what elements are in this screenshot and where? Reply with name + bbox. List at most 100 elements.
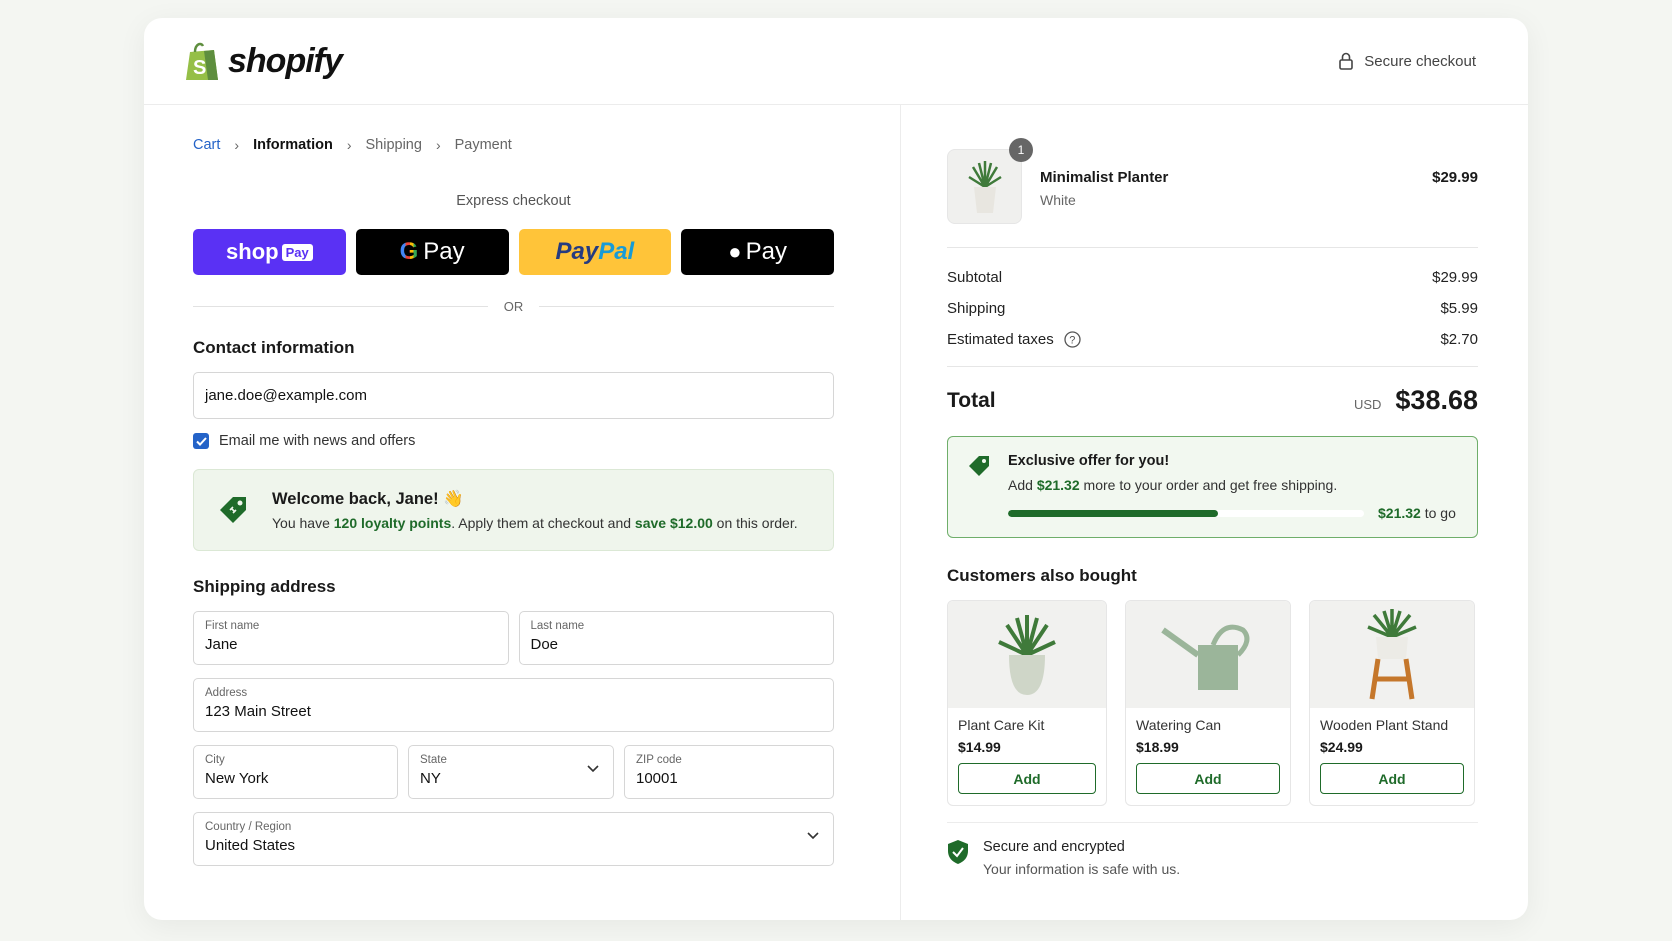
first-name-field[interactable]: First name Jane [193, 611, 509, 665]
zip-field[interactable]: ZIP code 10001 [624, 745, 834, 799]
secure-footer-subtitle: Your information is safe with us. [983, 861, 1181, 877]
currency-code: USD [1353, 397, 1382, 412]
to-go-label: $21.32 to go [1378, 505, 1456, 521]
tag-icon [969, 456, 989, 476]
email-field[interactable]: jane.doe@example.com [193, 372, 834, 419]
offer-amount: $21.32 [1036, 477, 1080, 493]
cart-line-item: 1 Minimalist Planter White $29.99 [947, 138, 1478, 247]
newsletter-option: Email me with news and offers [193, 433, 834, 449]
checkout-form: Cart › Information › Shipping › Payment … [144, 105, 901, 920]
breadcrumb: Cart › Information › Shipping › Payment [193, 137, 834, 153]
taxes-value: $2.70 [1440, 331, 1478, 348]
loyalty-banner: Welcome back, Jane! 👋 You have 120 loyal… [193, 469, 834, 551]
or-divider: OR [193, 299, 834, 314]
express-checkout-label: Express checkout [456, 193, 571, 209]
shop-pay-text: shop [226, 239, 279, 264]
last-name-field[interactable]: Last name Doe [518, 611, 834, 665]
plant-stand-icon [1367, 609, 1417, 700]
savings-amount: save $12.00 [634, 514, 713, 531]
secure-footer-title: Secure and encrypted [983, 839, 1125, 855]
contact-information-title: Contact information [193, 338, 355, 357]
svg-text:?: ? [1069, 335, 1075, 347]
product-card: Wooden Plant Stand $24.99 Add [1309, 600, 1475, 806]
product-card: Plant Care Kit $14.99 Add [947, 600, 1107, 806]
order-summary: 1 Minimalist Planter White $29.99 Subtot… [901, 105, 1528, 920]
shield-check-icon [948, 840, 968, 864]
paypal-text-a: Pay [555, 238, 599, 265]
city-field[interactable]: City New York [193, 745, 398, 799]
breadcrumb-information: Information [253, 137, 333, 153]
welcome-text: You have 120 loyalty points. Apply them … [272, 514, 798, 531]
google-g-icon: G [399, 238, 419, 265]
lock-icon [1339, 52, 1354, 70]
breadcrumb-cart[interactable]: Cart [193, 137, 220, 153]
secure-checkout-indicator: Secure checkout [1338, 52, 1476, 70]
subtotal-value: $29.99 [1432, 269, 1478, 286]
add-button[interactable]: Add [1136, 763, 1280, 794]
total-row: Total USD $38.68 [947, 385, 1478, 416]
help-icon[interactable]: ? [1064, 331, 1081, 348]
product-name: Plant Care Kit [958, 717, 1045, 733]
newsletter-checkbox[interactable] [193, 433, 209, 449]
apple-icon: ● [728, 239, 742, 264]
offer-text: Add $21.32 more to your order and get fr… [1008, 477, 1338, 493]
shopify-logo[interactable]: S shopify [182, 40, 343, 82]
welcome-title: Welcome back, Jane! 👋 [272, 489, 464, 508]
product-price: $18.99 [1136, 739, 1179, 755]
product-price: $24.99 [1320, 739, 1363, 755]
product-thumbnail: 1 [947, 138, 1033, 224]
breadcrumb-shipping: Shipping [365, 137, 422, 153]
state-select[interactable]: State NY [408, 745, 614, 799]
checkout-card: S shopify Secure checkout Cart › Informa… [144, 18, 1528, 920]
product-name: Watering Can [1136, 717, 1222, 733]
offer-title: Exclusive offer for you! [1008, 453, 1170, 469]
chevron-down-icon [807, 832, 819, 840]
checkmark-icon [195, 436, 207, 446]
chevron-right-icon: › [435, 137, 441, 153]
express-pay-buttons: shop Pay G Pay Pay Pal ● Pay [193, 229, 834, 275]
shipping-address-title: Shipping address [193, 577, 336, 596]
shopify-bag-icon: S [186, 42, 218, 80]
total-label: Total [947, 388, 996, 412]
also-bought-title: Customers also bought [947, 566, 1137, 585]
header: S shopify Secure checkout [144, 18, 1528, 105]
item-name: Minimalist Planter [1040, 169, 1169, 186]
google-pay-button[interactable]: G Pay [355, 229, 509, 275]
secure-checkout-label: Secure checkout [1364, 52, 1476, 70]
tag-icon [220, 497, 246, 523]
paypal-text-b: Pal [598, 238, 635, 265]
free-shipping-offer: Exclusive offer for you! Add $21.32 more… [947, 436, 1478, 538]
product-image [1126, 601, 1290, 708]
chevron-right-icon: › [346, 137, 352, 153]
add-button[interactable]: Add [1320, 763, 1464, 794]
item-price: $29.99 [1432, 169, 1478, 186]
shop-pay-button[interactable]: shop Pay [193, 229, 346, 275]
loyalty-points: 120 loyalty points [333, 514, 452, 531]
chevron-right-icon: › [234, 137, 240, 153]
address-field[interactable]: Address 123 Main Street [193, 678, 834, 732]
google-pay-text: Pay [423, 238, 465, 265]
shipping-row: Shipping $5.99 [947, 300, 1478, 317]
item-variant: White [1040, 192, 1076, 208]
quantity-badge: 1 [1009, 138, 1033, 162]
apple-pay-button[interactable]: ● Pay [681, 229, 834, 275]
plant-pot-icon [967, 160, 1002, 213]
taxes-row: Estimated taxes ? $2.70 [947, 331, 1478, 348]
or-label: OR [503, 299, 524, 314]
apple-pay-text: Pay [745, 238, 787, 265]
svg-text:S: S [193, 57, 206, 79]
progress-fill [1008, 509, 1219, 517]
secure-footer: Secure and encrypted Your information is… [947, 822, 1478, 877]
country-select[interactable]: Country / Region United States [193, 812, 834, 866]
shop-pay-badge: Pay [281, 243, 313, 261]
product-card: Watering Can $18.99 Add [1125, 600, 1291, 806]
paypal-button[interactable]: Pay Pal [518, 229, 672, 275]
product-image [1310, 601, 1474, 708]
chevron-down-icon [587, 765, 599, 773]
product-price: $14.99 [958, 739, 1001, 755]
logo-text: shopify [228, 41, 343, 80]
add-button[interactable]: Add [958, 763, 1096, 794]
product-name: Wooden Plant Stand [1320, 717, 1449, 733]
breadcrumb-payment: Payment [454, 137, 512, 153]
total-value: $38.68 [1395, 385, 1478, 415]
